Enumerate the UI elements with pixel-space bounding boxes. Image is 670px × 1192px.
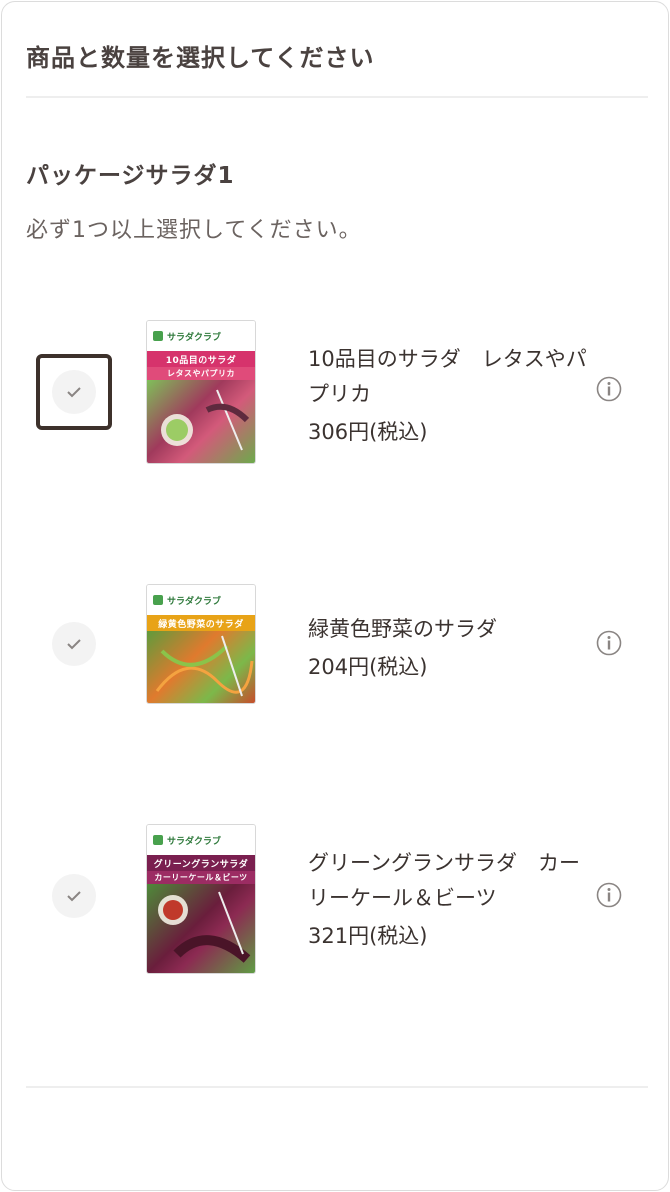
product-price: 306円(税込) bbox=[308, 420, 428, 444]
header-divider bbox=[26, 96, 648, 98]
package-photo bbox=[147, 884, 255, 973]
package-title: グリーングランサラダ bbox=[147, 855, 255, 871]
select-checkbox[interactable] bbox=[36, 606, 112, 682]
select-checkbox[interactable] bbox=[36, 858, 112, 934]
brand-logo-icon bbox=[153, 595, 163, 605]
salad-illustration bbox=[155, 635, 254, 697]
product-price: 204円(税込) bbox=[308, 655, 428, 679]
check-icon bbox=[67, 891, 81, 902]
page-title: 商品と数量を選択してください bbox=[26, 44, 375, 72]
checkbox-circle bbox=[52, 622, 96, 666]
info-icon bbox=[596, 630, 622, 656]
product-selection-card: 商品と数量を選択してください パッケージサラダ1 必ず1つ以上選択してください。… bbox=[1, 1, 669, 1191]
checkbox-circle bbox=[52, 874, 96, 918]
info-button[interactable] bbox=[596, 630, 622, 656]
package-title: 緑黄色野菜のサラダ bbox=[147, 615, 255, 631]
package-brand: サラダクラブ bbox=[167, 836, 222, 847]
package-subtitle: カーリーケール＆ビーツ bbox=[147, 871, 255, 884]
product-price: 321円(税込) bbox=[308, 924, 428, 948]
brand-logo-icon bbox=[153, 835, 163, 845]
product-name: グリーングランサラダ カーリーケール＆ビーツ bbox=[308, 851, 580, 910]
info-button[interactable] bbox=[596, 882, 622, 908]
product-item[interactable]: サラダクラブ 緑黄色野菜のサラダ 緑黄色野菜のサラダ 204円(税込) bbox=[2, 572, 670, 742]
package-photo bbox=[147, 380, 255, 463]
salad-illustration bbox=[158, 891, 251, 963]
product-image: サラダクラブ グリーングランサラダ カーリーケール＆ビーツ bbox=[146, 824, 256, 974]
product-item[interactable]: サラダクラブ 10品目のサラダ レタスやパプリカ 10品目のサラダ レタスやパプ… bbox=[2, 312, 670, 482]
product-image: サラダクラブ 緑黄色野菜のサラダ bbox=[146, 584, 256, 704]
info-icon bbox=[596, 882, 622, 908]
product-name: 緑黄色野菜のサラダ bbox=[308, 617, 497, 641]
section-note: 必ず1つ以上選択してください。 bbox=[26, 218, 362, 243]
product-name: 10品目のサラダ レタスやパプリカ bbox=[308, 347, 587, 406]
salad-illustration bbox=[161, 389, 250, 451]
package-brand: サラダクラブ bbox=[167, 596, 222, 607]
section-title: パッケージサラダ1 bbox=[26, 163, 235, 189]
info-button[interactable] bbox=[596, 376, 622, 402]
package-title: 10品目のサラダ bbox=[147, 351, 255, 367]
check-icon bbox=[67, 639, 81, 650]
checkbox-circle bbox=[52, 370, 96, 414]
package-photo bbox=[147, 631, 255, 703]
product-image: サラダクラブ 10品目のサラダ レタスやパプリカ bbox=[146, 320, 256, 464]
package-brand: サラダクラブ bbox=[167, 332, 222, 343]
info-icon bbox=[596, 376, 622, 402]
package-subtitle: レタスやパプリカ bbox=[147, 367, 255, 380]
select-checkbox[interactable] bbox=[36, 354, 112, 430]
brand-logo-icon bbox=[153, 331, 163, 341]
footer-divider bbox=[26, 1086, 648, 1088]
product-item[interactable]: サラダクラブ グリーングランサラダ カーリーケール＆ビーツ グリーングランサラダ… bbox=[2, 814, 670, 984]
check-icon bbox=[67, 387, 81, 398]
